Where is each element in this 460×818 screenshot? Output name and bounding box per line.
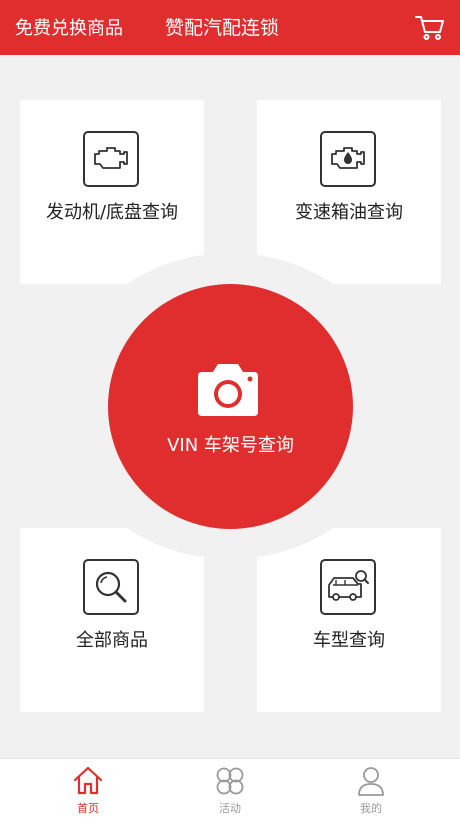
tab-activity-label: 活动 bbox=[219, 802, 241, 815]
tab-mine[interactable]: 我的 bbox=[331, 759, 411, 818]
vehicle-model-query-card[interactable]: 车型查询 bbox=[257, 528, 441, 712]
oil-engine-icon bbox=[320, 131, 376, 187]
vin-scan-button[interactable]: VIN 车架号查询 bbox=[108, 284, 353, 529]
user-icon bbox=[358, 767, 384, 796]
gearbox-oil-query-label: 变速箱油查询 bbox=[295, 202, 403, 223]
redeem-goods-link[interactable]: 免费兑换商品 bbox=[15, 14, 123, 40]
engine-chassis-query-label: 发动机/底盘查询 bbox=[45, 202, 179, 223]
engine-chassis-query-card[interactable]: 发动机/底盘查询 bbox=[20, 100, 204, 284]
top-bar: 免费兑换商品 赞配汽配连锁 bbox=[0, 0, 460, 55]
gearbox-oil-query-card[interactable]: 变速箱油查询 bbox=[257, 100, 441, 284]
app-title: 赞配汽配连锁 bbox=[165, 17, 280, 39]
tab-home-label: 首页 bbox=[77, 802, 99, 815]
search-icon bbox=[83, 559, 139, 615]
tab-home[interactable]: 首页 bbox=[48, 759, 128, 818]
bottom-tab-bar: 首页 活动 我的 bbox=[0, 758, 460, 818]
home-icon bbox=[73, 766, 103, 795]
car-search-icon bbox=[320, 559, 376, 615]
main-panel: 发动机/底盘查询 变速箱油查询 全部商品 车型查询 VIN 车架号查询 bbox=[0, 55, 460, 758]
all-products-card[interactable]: 全部商品 bbox=[20, 528, 204, 712]
camera-icon bbox=[198, 364, 258, 416]
all-products-label: 全部商品 bbox=[76, 630, 148, 651]
vin-query-label: VIN 车架号查询 bbox=[167, 435, 294, 456]
vehicle-model-query-label: 车型查询 bbox=[313, 630, 385, 651]
tab-activity[interactable]: 活动 bbox=[190, 759, 270, 818]
tab-mine-label: 我的 bbox=[360, 802, 382, 815]
activity-icon bbox=[216, 767, 244, 795]
engine-icon bbox=[83, 131, 139, 187]
cart-icon[interactable] bbox=[414, 11, 446, 43]
